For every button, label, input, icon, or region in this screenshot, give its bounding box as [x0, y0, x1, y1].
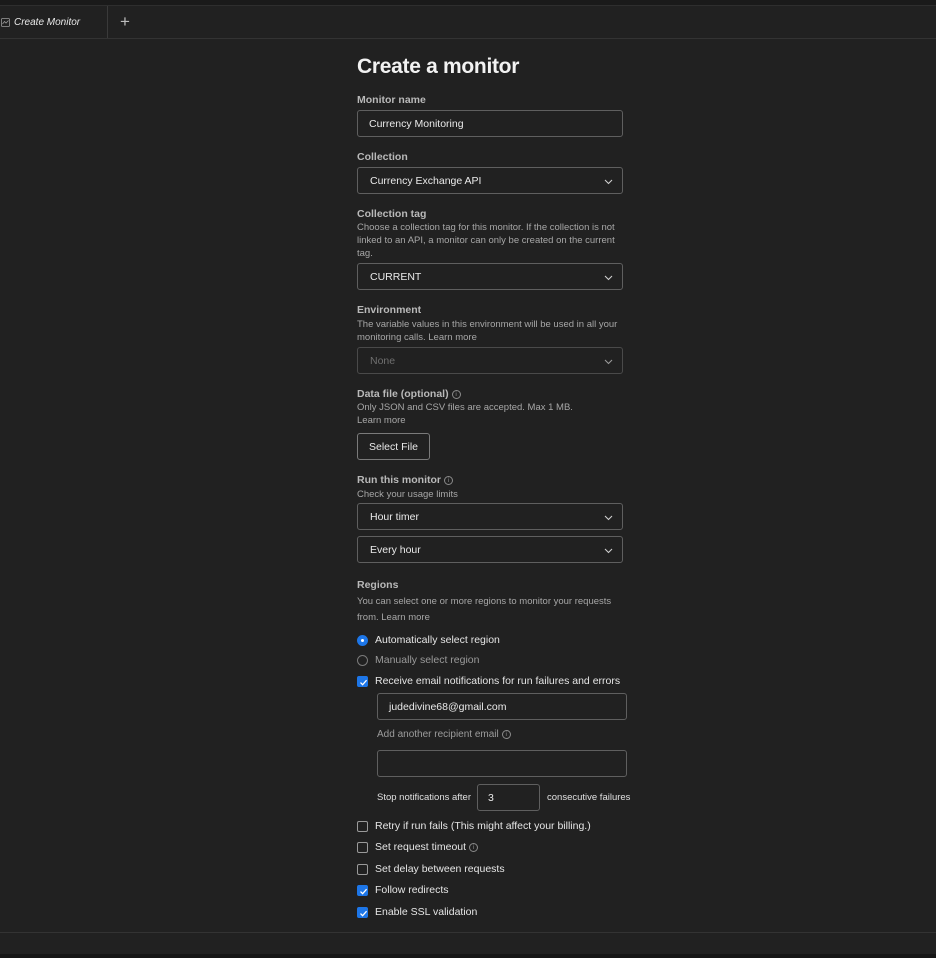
- add-recipient-label: Add another recipient email i: [377, 729, 511, 740]
- redirects-option[interactable]: Follow redirects: [357, 883, 449, 897]
- page-title: Create a monitor: [357, 55, 520, 78]
- ssl-checkbox[interactable]: [357, 906, 368, 918]
- collection-value: Currency Exchange API: [370, 174, 482, 187]
- add-recipient-input[interactable]: [377, 750, 627, 777]
- collection-tag-help: Choose a collection tag for this monitor…: [357, 222, 615, 259]
- frequency-select[interactable]: Every hour: [357, 536, 623, 563]
- select-file-button[interactable]: Select File: [357, 433, 431, 460]
- environment-value: None: [370, 354, 396, 367]
- timeout-option[interactable]: Set request timeout i: [357, 840, 479, 854]
- tab-bar: Create Monitor +: [0, 6, 936, 39]
- stop-after-failures-input[interactable]: 3: [477, 784, 540, 811]
- timeout-label: Set request timeout: [375, 841, 467, 853]
- checkmark-icon: [360, 888, 368, 895]
- auto-region-radio[interactable]: [357, 634, 368, 646]
- regions-label: Regions: [357, 579, 399, 591]
- recipient-email-input[interactable]: judedivine68@gmail.com: [377, 693, 627, 720]
- environment-select[interactable]: None: [357, 347, 623, 374]
- data-file-label-text: Data file (optional): [357, 388, 449, 400]
- chevron-down-icon: [604, 359, 613, 365]
- tab-title: Create Monitor: [14, 16, 81, 28]
- auto-region-label: Automatically select region: [375, 634, 500, 646]
- redirects-checkbox[interactable]: [357, 884, 368, 896]
- timer-type-select[interactable]: Hour timer: [357, 503, 623, 530]
- collection-tag-label: Collection tag: [357, 208, 427, 220]
- checkmark-icon: [360, 679, 368, 686]
- frequency-value: Every hour: [370, 543, 421, 556]
- collection-tag-value: CURRENT: [370, 270, 422, 283]
- tab-create-monitor[interactable]: Create Monitor: [0, 6, 108, 38]
- run-monitor-label: Run this monitor i: [357, 474, 453, 486]
- add-recipient-label-text: Add another recipient email: [377, 729, 499, 740]
- auto-region-option[interactable]: Automatically select region: [357, 633, 500, 647]
- email-notifications-option[interactable]: Receive email notifications for run fail…: [357, 674, 620, 688]
- manual-region-radio[interactable]: [357, 654, 368, 666]
- info-icon[interactable]: i: [469, 842, 479, 852]
- chevron-down-icon: [604, 275, 613, 281]
- monitor-name-input[interactable]: Currency Monitoring: [357, 110, 623, 137]
- regions-help: You can select one or more regions to mo…: [357, 596, 612, 623]
- chevron-down-icon: [604, 548, 613, 554]
- info-icon[interactable]: i: [451, 389, 461, 399]
- retry-checkbox[interactable]: [357, 820, 368, 832]
- data-file-learn-more[interactable]: Learn more: [357, 414, 627, 427]
- retry-label: Retry if run fails (This might affect yo…: [375, 820, 591, 832]
- delay-option[interactable]: Set delay between requests: [357, 862, 505, 876]
- info-icon[interactable]: i: [501, 729, 511, 739]
- timer-type-value: Hour timer: [370, 510, 420, 523]
- collection-tag-select[interactable]: CURRENT: [357, 263, 623, 290]
- monitor-icon: [1, 17, 10, 27]
- manual-region-label: Manually select region: [375, 654, 480, 666]
- collection-select[interactable]: Currency Exchange API: [357, 167, 623, 194]
- ssl-label: Enable SSL validation: [375, 906, 478, 918]
- stop-notifications-after: consecutive failures: [547, 792, 631, 803]
- run-monitor-label-text: Run this monitor: [357, 474, 441, 486]
- ssl-option[interactable]: Enable SSL validation: [357, 905, 477, 919]
- monitor-name-label: Monitor name: [357, 94, 426, 106]
- window-bottom-edge: [0, 954, 936, 958]
- delay-label: Set delay between requests: [375, 863, 505, 875]
- chevron-down-icon: [604, 179, 613, 185]
- email-notifications-label: Receive email notifications for run fail…: [375, 675, 621, 687]
- retry-option[interactable]: Retry if run fails (This might affect yo…: [357, 819, 591, 833]
- data-file-help: Only JSON and CSV files are accepted. Ma…: [357, 402, 573, 413]
- stop-notifications-row: Stop notifications after 3 consecutive f…: [377, 784, 630, 811]
- environment-help: The variable values in this environment …: [357, 319, 618, 343]
- info-icon[interactable]: i: [444, 475, 453, 485]
- add-tab-button[interactable]: +: [115, 12, 135, 32]
- environment-label: Environment: [357, 304, 422, 316]
- email-notifications-checkbox[interactable]: [357, 675, 368, 687]
- manual-region-option[interactable]: Manually select region: [357, 653, 479, 667]
- data-file-label: Data file (optional) i: [357, 388, 461, 400]
- delay-checkbox[interactable]: [357, 863, 368, 875]
- stop-notifications-before: Stop notifications after: [377, 792, 471, 803]
- usage-limits-link[interactable]: Check your usage limits: [357, 488, 627, 501]
- timeout-checkbox[interactable]: [357, 841, 368, 853]
- checkmark-icon: [360, 910, 368, 917]
- collection-label: Collection: [357, 151, 408, 163]
- redirects-label: Follow redirects: [375, 884, 449, 896]
- chevron-down-icon: [604, 515, 613, 521]
